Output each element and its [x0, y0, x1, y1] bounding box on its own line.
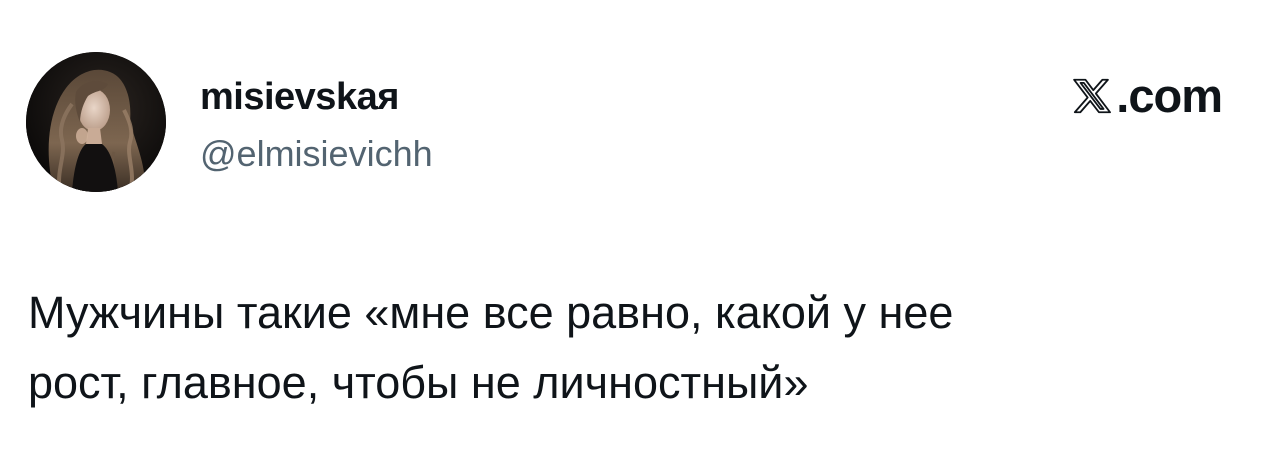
avatar[interactable] [26, 52, 166, 192]
tweet-text-line: рост, главное, чтобы не личностный» [28, 357, 809, 408]
brand-logo: .com [1072, 69, 1223, 122]
author-display-name[interactable]: misievskaя [200, 74, 399, 120]
brand-suffix: .com [1116, 69, 1223, 122]
author-handle[interactable]: @elmisievichh [200, 132, 433, 176]
tweet-text-line: Мужчины такие «мне все равно, какой у не… [28, 287, 954, 338]
x-logo-icon [1073, 78, 1112, 114]
tweet-text: Мужчины такие «мне все равно, какой у не… [28, 278, 1208, 418]
tweet-card: misievskaя @elmisievichh .com Мужчины та… [0, 0, 1280, 456]
profile-photo-icon [26, 52, 166, 192]
